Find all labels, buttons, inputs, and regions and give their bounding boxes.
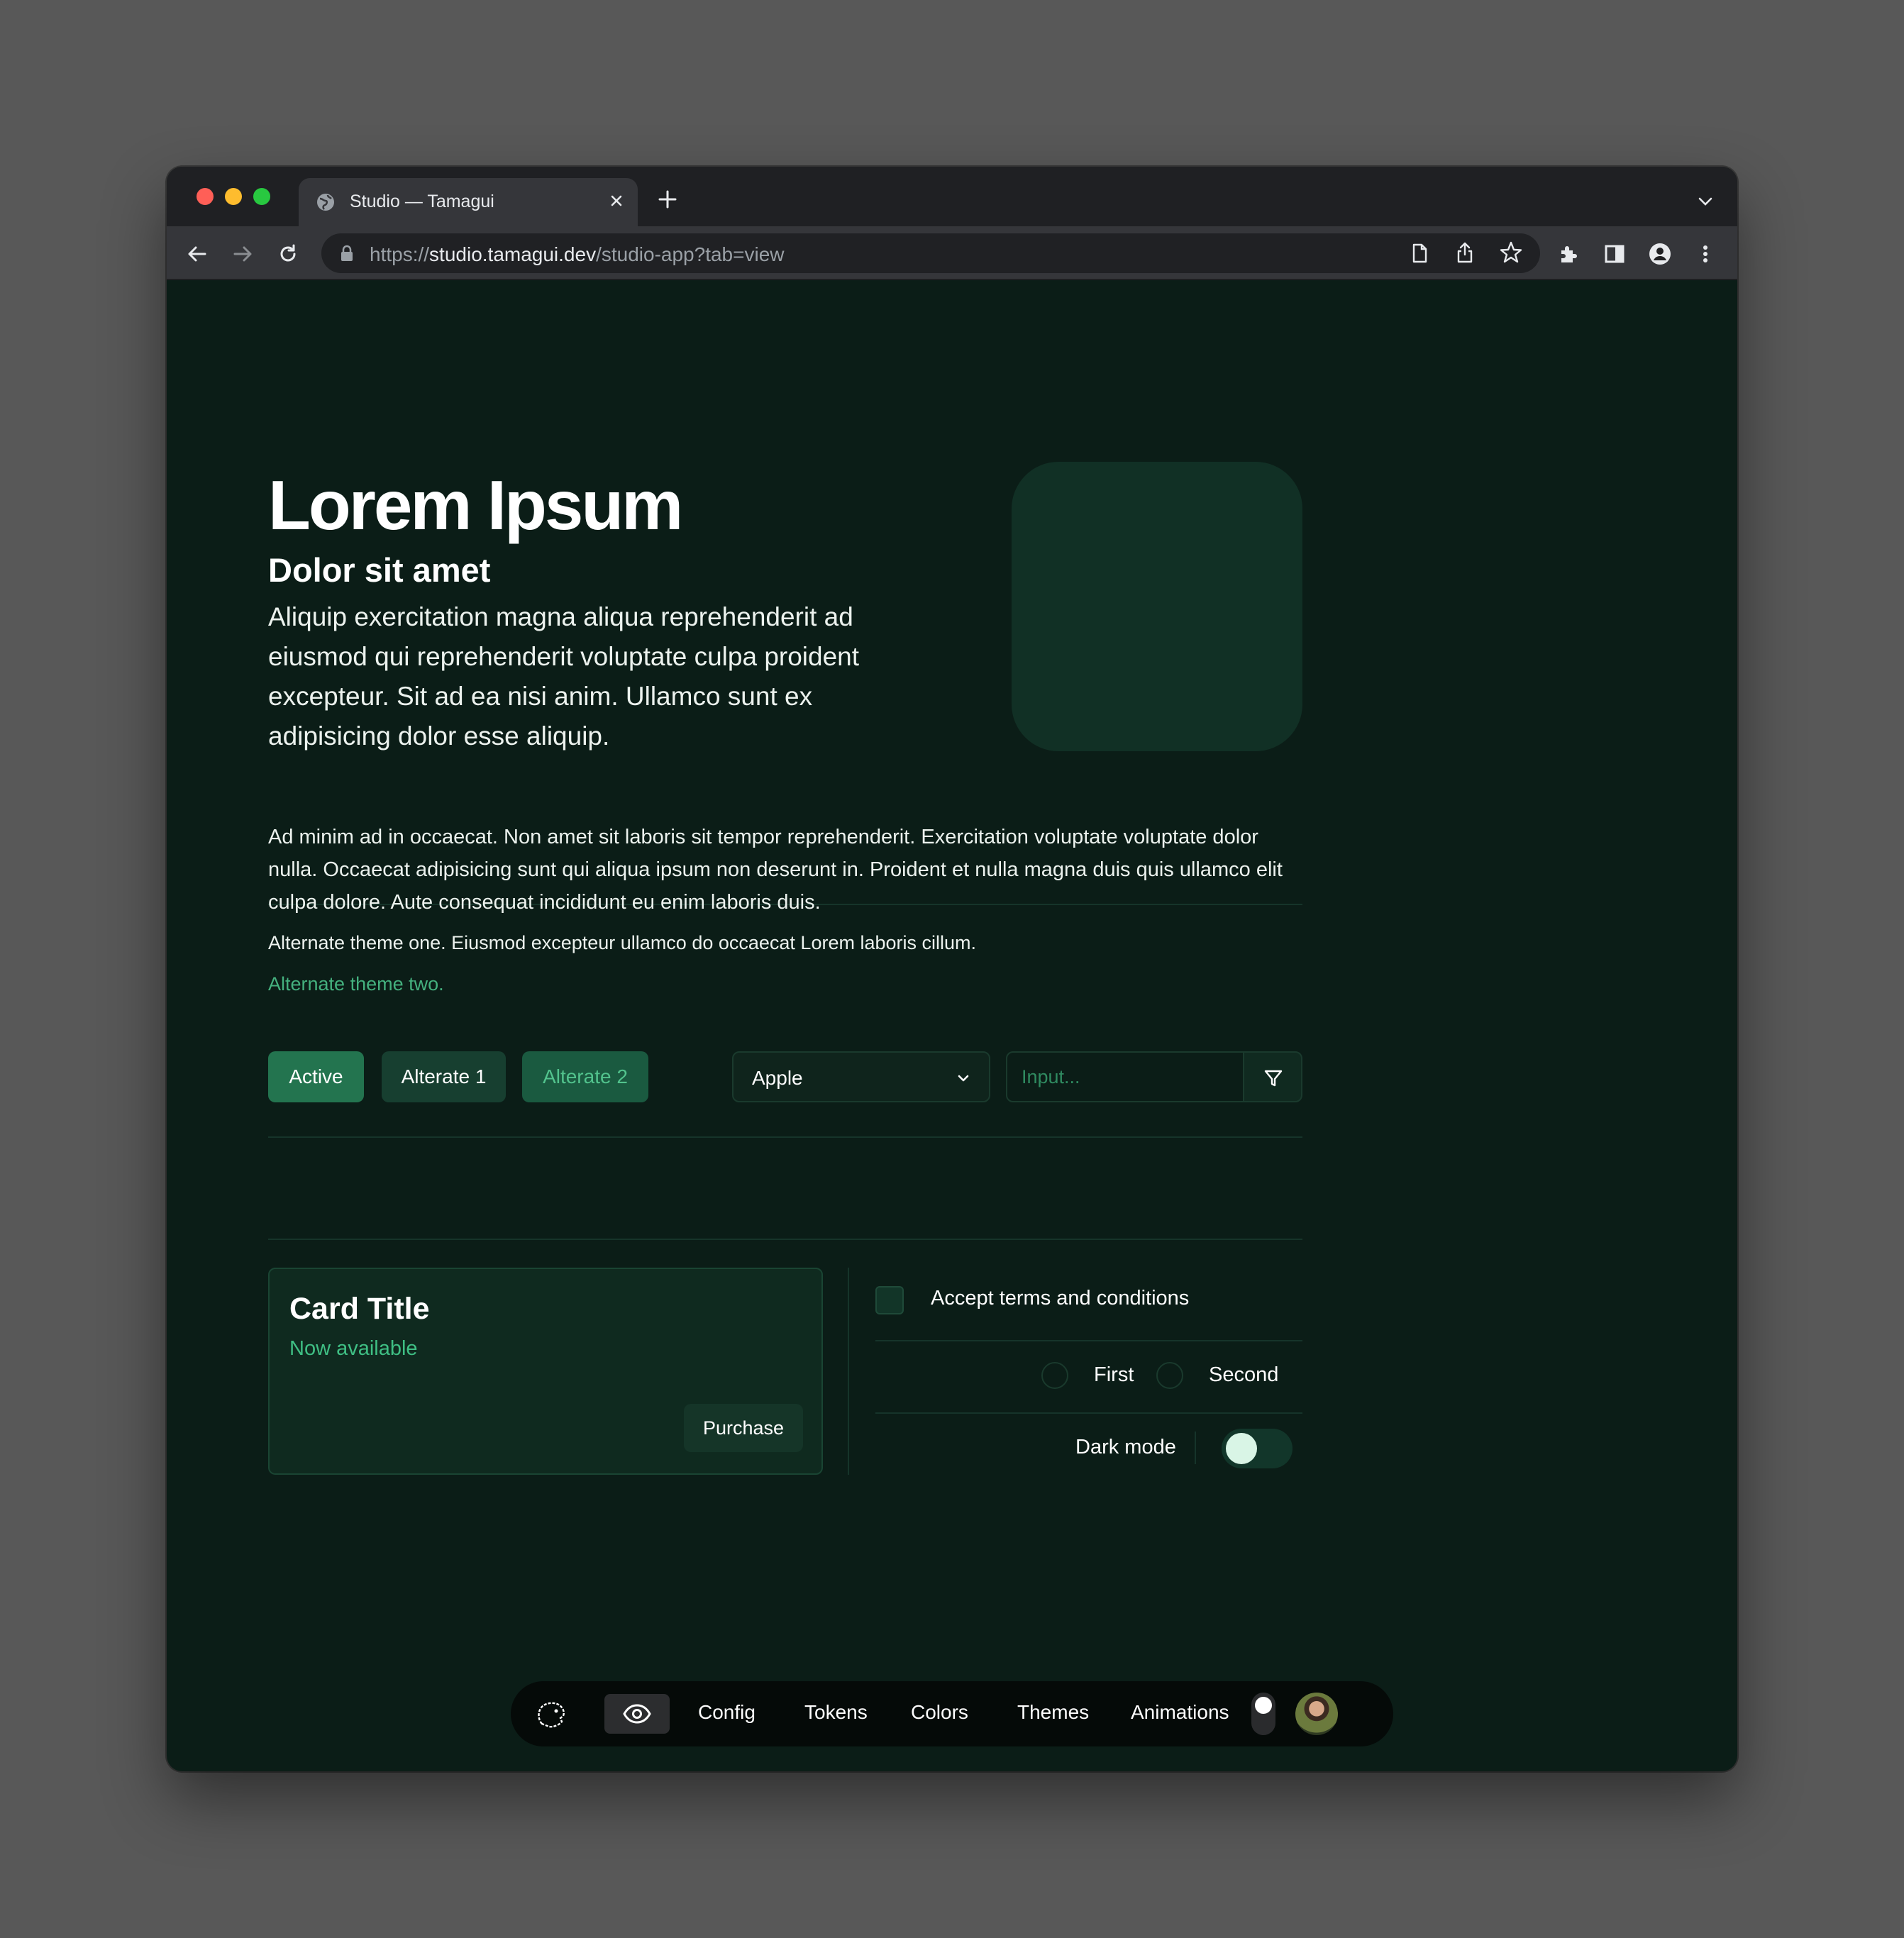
radio-second[interactable] xyxy=(1156,1362,1183,1389)
filter-icon xyxy=(1264,1070,1283,1087)
card-title: Card Title xyxy=(289,1292,430,1326)
dark-mode-label: Dark mode xyxy=(1075,1436,1176,1458)
section-divider xyxy=(268,1136,1302,1138)
section-divider xyxy=(268,1239,1302,1240)
browser-toolbar: https://studio.tamagui.dev/studio-app?ta… xyxy=(167,226,1737,280)
close-tab-icon[interactable] xyxy=(605,189,628,212)
avatar[interactable] xyxy=(1295,1693,1338,1735)
radio-first[interactable] xyxy=(1041,1362,1068,1389)
dock-item-animations[interactable]: Animations xyxy=(1131,1701,1229,1724)
card-subtitle: Now available xyxy=(289,1337,418,1360)
body-paragraph: Ad minim ad in occaecat. Non amet sit la… xyxy=(268,826,1283,914)
alternate-theme-two-text: Alternate theme two. xyxy=(268,973,444,995)
switch-divider xyxy=(1195,1432,1196,1464)
alternate-theme-one-text: Alternate theme one. Eiusmod excepteur u… xyxy=(268,932,976,953)
forward-arrow-icon[interactable] xyxy=(231,242,255,266)
view-tab[interactable] xyxy=(604,1694,670,1734)
tamagui-logo-icon[interactable] xyxy=(533,1697,569,1732)
star-icon[interactable] xyxy=(1499,240,1523,265)
new-tab-icon[interactable] xyxy=(656,188,679,211)
minimize-window-button[interactable] xyxy=(225,188,242,205)
profile-icon[interactable] xyxy=(1648,242,1672,266)
hero-lead-text: Aliquip exercitation magna aliqua repreh… xyxy=(268,602,860,751)
share-icon[interactable] xyxy=(1454,240,1476,265)
form-divider xyxy=(875,1412,1302,1414)
theme-toggle-knob xyxy=(1255,1697,1272,1714)
chevron-down-icon xyxy=(958,1075,969,1082)
studio-dock: Config Tokens Colors Themes Animations xyxy=(511,1681,1393,1746)
dock-item-tokens[interactable]: Tokens xyxy=(804,1701,868,1724)
product-card: Card Title Now available Purchase xyxy=(268,1268,823,1475)
form-divider xyxy=(875,1340,1302,1341)
radio-second-label: Second xyxy=(1209,1363,1279,1386)
active-button[interactable]: Active xyxy=(268,1051,364,1102)
page-icon[interactable] xyxy=(1408,242,1431,265)
close-window-button[interactable] xyxy=(197,188,214,205)
hero-subtitle: Dolor sit amet xyxy=(268,551,491,589)
globe-icon xyxy=(317,194,334,211)
dark-mode-switch[interactable] xyxy=(1222,1429,1293,1468)
maximize-window-button[interactable] xyxy=(253,188,270,205)
browser-window: Studio — Tamagui https://studio.tamagui.… xyxy=(167,167,1737,1771)
url-text: https://studio.tamagui.dev/studio-app?ta… xyxy=(370,243,785,265)
more-menu-icon[interactable] xyxy=(1693,242,1717,266)
dock-item-themes[interactable]: Themes xyxy=(1017,1701,1089,1724)
eye-icon xyxy=(623,1704,651,1724)
filter-button[interactable] xyxy=(1243,1051,1302,1102)
alterate-2-button[interactable]: Alterate 2 xyxy=(522,1051,648,1102)
tab-title: Studio — Tamagui xyxy=(350,192,494,211)
hero-title: Lorem Ipsum xyxy=(268,466,683,544)
purchase-button[interactable]: Purchase xyxy=(684,1404,803,1452)
switch-knob xyxy=(1226,1433,1257,1464)
vertical-divider xyxy=(848,1268,849,1475)
extensions-icon[interactable] xyxy=(1557,242,1581,266)
back-arrow-icon[interactable] xyxy=(185,242,209,266)
filter-input[interactable] xyxy=(1006,1051,1244,1102)
filter-input-group xyxy=(1006,1051,1302,1102)
address-bar[interactable]: https://studio.tamagui.dev/studio-app?ta… xyxy=(321,233,1540,273)
side-panel-icon[interactable] xyxy=(1603,242,1627,266)
fruit-select[interactable]: Apple xyxy=(732,1051,990,1102)
chevron-down-icon[interactable] xyxy=(1696,192,1715,211)
alterate-1-button[interactable]: Alterate 1 xyxy=(382,1051,506,1102)
title-bar: Studio — Tamagui xyxy=(167,167,1737,226)
terms-checkbox-label: Accept terms and conditions xyxy=(931,1287,1190,1309)
browser-tab[interactable]: Studio — Tamagui xyxy=(299,178,638,226)
hero-image-placeholder xyxy=(1012,462,1302,751)
dock-item-config[interactable]: Config xyxy=(698,1701,755,1724)
terms-checkbox[interactable] xyxy=(875,1286,904,1314)
reload-icon[interactable] xyxy=(276,242,300,266)
dock-item-colors[interactable]: Colors xyxy=(911,1701,968,1724)
theme-toggle[interactable] xyxy=(1251,1693,1275,1735)
radio-first-label: First xyxy=(1094,1363,1134,1386)
lock-icon xyxy=(341,245,353,261)
select-value: Apple xyxy=(752,1067,803,1089)
